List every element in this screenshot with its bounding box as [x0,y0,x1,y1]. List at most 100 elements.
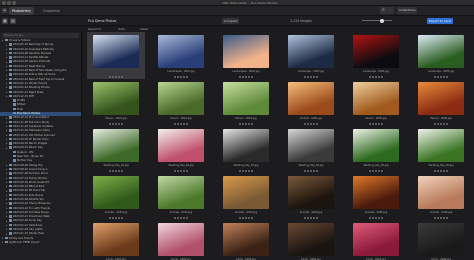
rating-dot[interactable] [310,76,312,78]
photo-thumbnail[interactable] [223,35,269,68]
photo-thumbnail[interactable] [223,176,269,209]
rating-dot[interactable] [239,217,241,219]
rating-dot[interactable] [186,217,188,219]
rating-dot[interactable] [118,170,120,172]
photo-thumbnail[interactable] [418,129,464,162]
thumbnail-cell[interactable]: Person - 0005.jpg [347,79,405,126]
rating-dot[interactable] [443,76,445,78]
rating-dot[interactable] [443,123,445,125]
rating-dot[interactable] [313,76,315,78]
rating-dot[interactable] [369,76,371,78]
rating-dot[interactable] [375,76,377,78]
thumbnail-cell[interactable]: Animals - 0002.jpg [152,173,210,220]
rating-dot[interactable] [186,170,188,172]
sidebar-folder-item[interactable]: ▸ Lightroom TEMP Import [0,240,81,245]
photo-thumbnail[interactable] [418,223,464,256]
rating-dot[interactable] [112,76,114,78]
rating-dot[interactable] [446,217,448,219]
close-window-control[interactable] [2,1,6,5]
photo-thumbnail[interactable] [223,82,269,115]
app-menu-icon[interactable]: ≡ [2,8,7,13]
thumbnail-cell[interactable]: Kinds - 0001.jpg [87,220,145,260]
rating-dot[interactable] [109,123,111,125]
rating-dot[interactable] [316,217,318,219]
rating-dot[interactable] [437,217,439,219]
rating-dot[interactable] [174,123,176,125]
rating-dot[interactable] [177,76,179,78]
rating-dot[interactable] [183,170,185,172]
photo-thumbnail[interactable] [223,129,269,162]
rating-dot[interactable] [118,217,120,219]
rating-dot[interactable] [245,217,247,219]
rating-dot[interactable] [121,123,123,125]
rating-dot[interactable] [112,123,114,125]
thumbnail-cell[interactable]: Animals - 0003.jpg [217,173,275,220]
rating-dot[interactable] [369,123,371,125]
rating-dot[interactable] [115,217,117,219]
rating-dot[interactable] [313,170,315,172]
rating-dot[interactable] [381,217,383,219]
thumbnail-cell[interactable]: Kinds - 0003.jpg [217,220,275,260]
photo-thumbnail[interactable] [288,82,334,115]
zoom-window-control[interactable] [12,1,16,5]
rating-dot[interactable] [118,76,120,78]
rating-dot[interactable] [372,76,374,78]
rating-dot[interactable] [115,123,117,125]
thumbnail-cell[interactable]: Animals - 0001.jpg [87,173,145,220]
rating-dot[interactable] [251,76,253,78]
rating-dot[interactable] [180,170,182,172]
photo-thumbnail[interactable] [353,82,399,115]
thumbnail-cell[interactable]: Wedding_Day_05.jpg [347,126,405,173]
rating-dot[interactable] [381,123,383,125]
rating-dot[interactable] [375,170,377,172]
photo-thumbnail[interactable] [353,223,399,256]
rating-dot[interactable] [109,217,111,219]
rating-dot[interactable] [183,76,185,78]
photo-thumbnail[interactable] [158,176,204,209]
rating-dot[interactable] [174,217,176,219]
rating-dot[interactable] [313,123,315,125]
tab-photoartery[interactable]: PhotoArtery [9,7,34,15]
rating-dot[interactable] [186,76,188,78]
photo-thumbnail[interactable] [288,35,334,68]
photo-thumbnail[interactable] [93,82,139,115]
rating-dot[interactable] [310,217,312,219]
thumbnail-size-slider[interactable] [362,18,392,23]
rating-dot[interactable] [378,123,380,125]
folder-view-icon[interactable]: ▦ [2,18,8,24]
thumbnail-cell[interactable]: Person - 0001.jpg [87,79,145,126]
collections-button[interactable]: Collections [397,7,418,14]
rating-dot[interactable] [245,170,247,172]
rating-dot[interactable] [440,170,442,172]
rating-dot[interactable] [115,170,117,172]
rating-dot[interactable] [440,123,442,125]
rating-dot[interactable] [443,170,445,172]
rating-dot[interactable] [245,123,247,125]
rating-dot[interactable] [378,76,380,78]
photo-thumbnail[interactable] [93,35,139,68]
rating-dot[interactable] [440,217,442,219]
photo-thumbnail[interactable] [158,129,204,162]
rating-dot[interactable] [242,170,244,172]
photo-thumbnail[interactable] [418,176,464,209]
photo-thumbnail[interactable] [418,82,464,115]
rating-dot[interactable] [313,217,315,219]
thumbnail-cell[interactable]: Person - 0002.jpg [152,79,210,126]
grid-view-icon[interactable]: ▤ [10,18,16,24]
rating-dot[interactable] [304,123,306,125]
thumbnail-cell[interactable]: Person - 0006.jpg [412,79,470,126]
rating-dot[interactable] [310,170,312,172]
rating-dot[interactable] [443,217,445,219]
photo-thumbnail[interactable] [288,176,334,209]
thumbnail-cell[interactable]: Portrait - 0004.jpg [282,79,340,126]
photo-thumbnail[interactable] [93,223,139,256]
rating-dot[interactable] [245,76,247,78]
rating-dot[interactable] [121,217,123,219]
rating-dot[interactable] [183,217,185,219]
rating-dot[interactable] [378,170,380,172]
rating-dot[interactable] [372,217,374,219]
photo-thumbnail[interactable] [223,223,269,256]
rating-dot[interactable] [239,170,241,172]
rating-dot[interactable] [177,123,179,125]
rating-dot[interactable] [242,76,244,78]
